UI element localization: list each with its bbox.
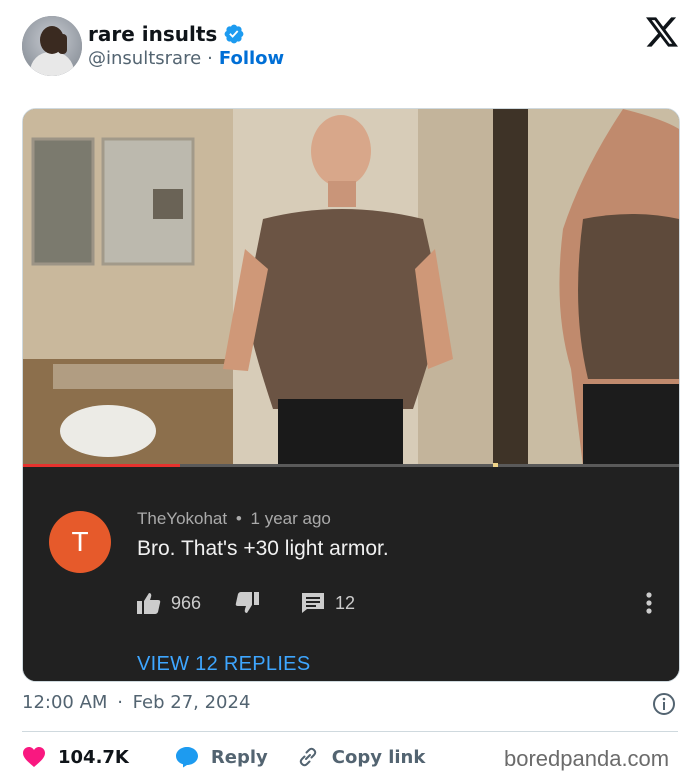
- view-replies-link[interactable]: VIEW 12 REPLIES: [137, 653, 310, 676]
- reply-label: Reply: [210, 746, 268, 768]
- video-frame-illustration: [23, 109, 679, 466]
- thumbs-down-icon: [235, 592, 260, 613]
- thumbs-up-icon: [137, 593, 161, 614]
- author-name-row[interactable]: rare insults: [88, 22, 245, 46]
- commenter-avatar[interactable]: T: [49, 511, 111, 573]
- post-timestamp[interactable]: 12:00 AM · Feb 27, 2024: [22, 692, 250, 713]
- handle-separator: ·: [207, 48, 213, 69]
- link-icon: [299, 747, 316, 767]
- commenter-username[interactable]: TheYokohat: [137, 509, 227, 528]
- like-count: 104.7K: [58, 746, 129, 768]
- author-avatar[interactable]: [22, 16, 82, 76]
- author-handle-row: @insultsrare · Follow: [88, 48, 284, 69]
- like-button[interactable]: 104.7K: [22, 746, 129, 768]
- author-handle[interactable]: @insultsrare: [88, 48, 201, 69]
- copy-link-button[interactable]: Copy link: [296, 745, 426, 769]
- post-time: 12:00 AM: [22, 692, 108, 713]
- video-frame-image: [23, 109, 679, 466]
- comment-like-count: 966: [171, 592, 202, 613]
- reply-bubble-icon: [175, 747, 198, 768]
- comment-icon: [302, 593, 325, 613]
- comment-like-button[interactable]: 966: [137, 592, 201, 614]
- more-options-icon[interactable]: [643, 589, 655, 617]
- watermark: boredpanda.com: [504, 746, 670, 771]
- heart-icon: [23, 747, 45, 767]
- comment-time: 1 year ago: [250, 509, 331, 528]
- follow-button[interactable]: Follow: [219, 48, 284, 69]
- commenter-avatar-letter: T: [71, 526, 89, 557]
- verified-badge-icon: [224, 24, 244, 44]
- comment-meta: TheYokohat • 1 year ago: [137, 509, 331, 529]
- comment-dislike-button[interactable]: [235, 592, 260, 614]
- tweet-media[interactable]: T TheYokohat • 1 year ago Bro. That's +3…: [22, 108, 680, 682]
- post-actions: 104.7K Reply Copy link: [22, 742, 425, 772]
- post-date: Feb 27, 2024: [132, 692, 251, 713]
- reply-button[interactable]: Reply: [175, 746, 268, 768]
- meta-dot: •: [235, 509, 242, 528]
- timestamp-separator: ·: [117, 692, 123, 713]
- copy-link-label: Copy link: [331, 746, 426, 768]
- actions-divider: [22, 731, 678, 732]
- author-display-name[interactable]: rare insults: [88, 22, 217, 46]
- tweet-header: rare insults @insultsrare · Follow: [0, 0, 700, 100]
- comment-replies-count: 12: [335, 592, 356, 613]
- comment-card: T TheYokohat • 1 year ago Bro. That's +3…: [23, 467, 679, 681]
- x-logo-icon[interactable]: [646, 17, 678, 47]
- comment-text: Bro. That's +30 light armor.: [137, 537, 389, 560]
- info-icon[interactable]: [652, 692, 676, 716]
- comment-actions: 966 12: [137, 589, 355, 617]
- comment-replies-button[interactable]: 12: [301, 592, 355, 614]
